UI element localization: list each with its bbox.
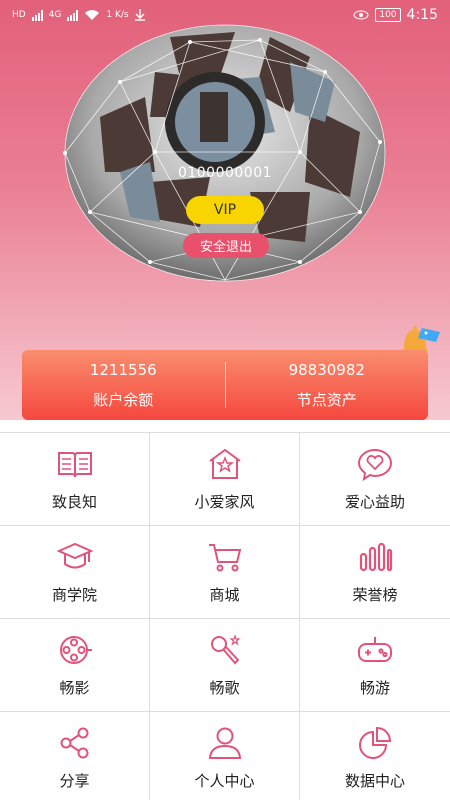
menu-item-honor-list[interactable]: 荣誉榜: [300, 526, 450, 619]
carrier-tag: HD: [12, 10, 26, 20]
vip-badge[interactable]: VIP: [186, 196, 264, 224]
menu-item-family-values[interactable]: 小爱家风: [150, 433, 300, 526]
node-assets-value: 98830982: [288, 360, 365, 379]
menu-item-zhiliangzhi[interactable]: 致良知: [0, 433, 150, 526]
gamepad-icon: [356, 633, 394, 667]
film-reel-icon: [56, 633, 94, 667]
graduation-cap-icon: [56, 540, 94, 574]
menu-item-movies[interactable]: 畅影: [0, 619, 150, 712]
node-assets-label: 节点资产: [296, 390, 357, 409]
battery-level: 100: [375, 8, 401, 22]
account-balance-value: 1211556: [89, 360, 157, 379]
menu-item-label: 分享: [59, 771, 90, 790]
menu-item-mall[interactable]: 商城: [150, 526, 300, 619]
house-star-icon: [206, 447, 244, 481]
pie-chart-icon: [356, 726, 394, 760]
menu-item-label: 商学院: [51, 585, 97, 604]
node-assets[interactable]: 98830982 节点资产: [226, 350, 429, 420]
menu-item-label: 畅影: [59, 678, 90, 697]
microphone-icon: [206, 633, 244, 667]
shopping-cart-icon: [206, 540, 244, 574]
menu-item-label: 商城: [209, 585, 240, 604]
menu-item-charity[interactable]: 爱心益助: [300, 433, 450, 526]
download-icon: [134, 9, 145, 21]
menu-item-karaoke[interactable]: 畅歌: [150, 619, 300, 712]
heart-chat-icon: [356, 447, 394, 481]
menu-item-label: 畅歌: [209, 678, 240, 697]
menu-item-label: 荣誉榜: [352, 585, 398, 604]
account-balance-label: 账户余额: [93, 390, 154, 409]
carrier-tag: 4G: [48, 10, 62, 20]
wifi-icon: [85, 10, 100, 20]
account-balance[interactable]: 1211556 账户余额: [22, 350, 225, 420]
user-icon: [206, 726, 244, 760]
menu-item-label: 爱心益助: [344, 492, 405, 511]
network-speed: 1 K/s: [106, 10, 129, 20]
signal-icon: [67, 9, 79, 21]
menu-item-data-center[interactable]: 数据中心: [300, 712, 450, 800]
account-id: 0100000001: [177, 165, 273, 181]
menu-item-label: 数据中心: [344, 771, 405, 790]
menu-item-business-school[interactable]: 商学院: [0, 526, 150, 619]
clock: 4:15: [406, 7, 438, 23]
menu-item-label: 小爱家风: [194, 492, 255, 511]
menu-item-personal-center[interactable]: 个人中心: [150, 712, 300, 800]
menu-item-label: 个人中心: [194, 771, 255, 790]
share-icon: [56, 726, 94, 760]
book-icon: [56, 447, 94, 481]
menu-item-share[interactable]: 分享: [0, 712, 150, 800]
menu-item-label: 畅游: [359, 678, 390, 697]
eye-icon: [353, 10, 369, 20]
menu-item-label: 致良知: [51, 492, 97, 511]
menu-item-games[interactable]: 畅游: [300, 619, 450, 712]
signal-icon: [31, 9, 43, 21]
bar-ranking-icon: [356, 540, 394, 574]
feature-grid: 致良知 小爱家风 爱心益助 商学院 商城 荣誉榜 畅影 畅歌 畅游 分享 个人中…: [0, 432, 450, 800]
logout-button[interactable]: 安全退出: [183, 233, 269, 258]
balance-card: 1211556 账户余额 98830982 节点资产: [22, 350, 428, 420]
